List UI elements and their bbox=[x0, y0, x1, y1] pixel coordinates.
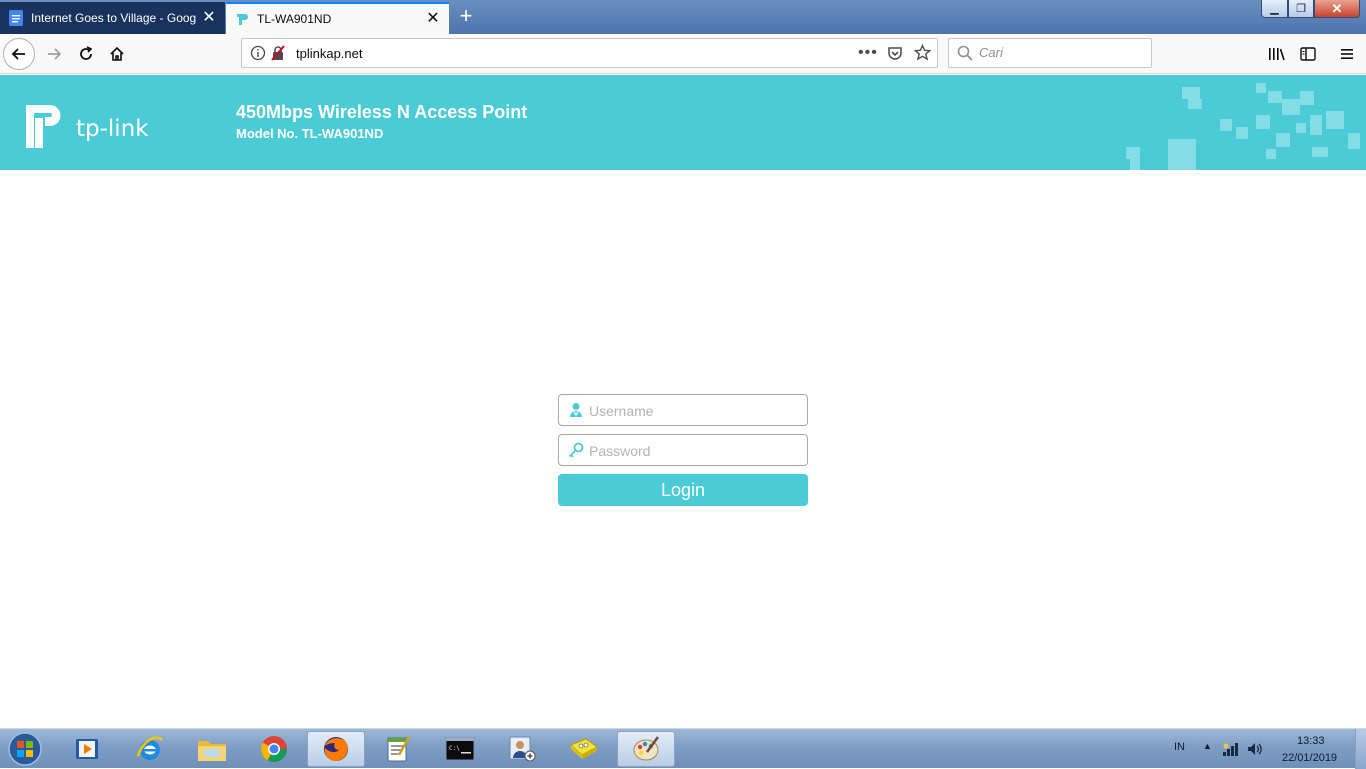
tab-tl-wa901nd[interactable]: TL-WA901ND ✕ bbox=[226, 2, 449, 34]
start-button[interactable] bbox=[4, 730, 46, 768]
search-bar[interactable] bbox=[948, 38, 1152, 68]
library-button[interactable] bbox=[1261, 38, 1293, 70]
close-tab-icon[interactable]: ✕ bbox=[425, 11, 441, 27]
user-icon bbox=[568, 402, 584, 418]
tp-link-logo: tp-link bbox=[24, 101, 164, 151]
navigation-toolbar: tplinkap.net ••• bbox=[0, 34, 1366, 74]
sidebar-button[interactable] bbox=[1292, 38, 1324, 70]
library-icon bbox=[1269, 48, 1285, 61]
clock-time[interactable]: 13:33 bbox=[1297, 735, 1325, 747]
hamburger-menu-icon bbox=[1341, 49, 1353, 59]
login-button[interactable]: Login bbox=[558, 474, 808, 506]
file-explorer-icon[interactable] bbox=[183, 731, 241, 767]
chrome-icon[interactable] bbox=[245, 731, 303, 767]
back-button[interactable] bbox=[3, 38, 35, 70]
forward-arrow-icon bbox=[48, 48, 62, 60]
browser-tab-strip: Internet Goes to Village - Googl ✕ TL-WA… bbox=[0, 0, 1366, 34]
url-text: tplinkap.net bbox=[296, 46, 363, 61]
back-arrow-icon bbox=[11, 48, 25, 60]
password-input[interactable] bbox=[589, 441, 799, 461]
product-name: 450Mbps Wireless N Access Point bbox=[236, 102, 528, 122]
insecure-lock-icon[interactable] bbox=[270, 45, 286, 66]
page-actions-icon[interactable]: ••• bbox=[858, 44, 878, 62]
close-tab-icon[interactable]: ✕ bbox=[201, 10, 217, 26]
tab-title: Internet Goes to Village - Googl bbox=[31, 11, 197, 25]
username-input[interactable] bbox=[589, 401, 799, 421]
home-icon bbox=[110, 46, 124, 61]
command-prompt-icon[interactable]: C:\ bbox=[431, 731, 489, 767]
user-accounts-icon[interactable] bbox=[493, 731, 551, 767]
key-icon bbox=[568, 442, 584, 458]
url-bar[interactable]: tplinkap.net ••• bbox=[241, 38, 938, 68]
google-docs-icon bbox=[8, 10, 24, 26]
username-field[interactable] bbox=[558, 394, 808, 426]
media-player-icon[interactable] bbox=[58, 731, 116, 767]
login-form: Login bbox=[558, 394, 808, 506]
search-input[interactable] bbox=[979, 45, 1139, 60]
close-window-button[interactable]: ✕ bbox=[1314, 0, 1360, 18]
internet-explorer-icon[interactable] bbox=[121, 731, 179, 767]
paint-icon[interactable] bbox=[617, 731, 675, 767]
tab-google-docs[interactable]: Internet Goes to Village - Googl ✕ bbox=[0, 2, 225, 34]
tp-link-header: tp-link 450Mbps Wireless N Access Point … bbox=[0, 75, 1366, 170]
spongebob-icon[interactable] bbox=[555, 731, 613, 767]
svg-text:tp-link: tp-link bbox=[76, 116, 149, 142]
show-hidden-icons-icon[interactable]: ▲ bbox=[1203, 741, 1212, 751]
windows-taskbar: C:\ IN ▲ 13:33 22/01/2019 bbox=[0, 728, 1366, 769]
search-icon bbox=[957, 45, 973, 66]
firefox-icon[interactable] bbox=[307, 731, 365, 767]
menu-button[interactable] bbox=[1331, 38, 1363, 70]
forward-button[interactable] bbox=[38, 38, 70, 70]
tab-title: TL-WA901ND bbox=[257, 12, 332, 26]
language-indicator[interactable]: IN bbox=[1174, 741, 1185, 753]
header-decoration bbox=[1126, 83, 1360, 170]
sidebar-icon bbox=[1300, 47, 1316, 61]
pocket-icon[interactable] bbox=[887, 45, 903, 66]
notepad-icon[interactable] bbox=[369, 731, 427, 767]
new-tab-button[interactable]: + bbox=[452, 4, 480, 30]
network-signal-icon[interactable] bbox=[1222, 742, 1240, 761]
reload-button[interactable] bbox=[70, 38, 102, 70]
svg-text:C:\: C:\ bbox=[449, 745, 460, 752]
reload-icon bbox=[80, 46, 93, 60]
model-number: Model No. TL-WA901ND bbox=[236, 126, 384, 141]
bookmark-star-icon[interactable] bbox=[913, 43, 932, 66]
show-desktop-button[interactable] bbox=[1355, 729, 1366, 769]
password-field[interactable] bbox=[558, 434, 808, 466]
minimize-button[interactable]: ▁ bbox=[1261, 0, 1288, 18]
info-icon[interactable] bbox=[250, 45, 266, 66]
volume-icon[interactable] bbox=[1247, 742, 1263, 761]
clock-date[interactable]: 22/01/2019 bbox=[1282, 752, 1337, 764]
windows-logo-icon bbox=[8, 732, 42, 766]
tp-link-favicon bbox=[234, 11, 250, 27]
home-button[interactable] bbox=[101, 38, 133, 70]
restore-button[interactable]: ❐ bbox=[1288, 0, 1314, 18]
